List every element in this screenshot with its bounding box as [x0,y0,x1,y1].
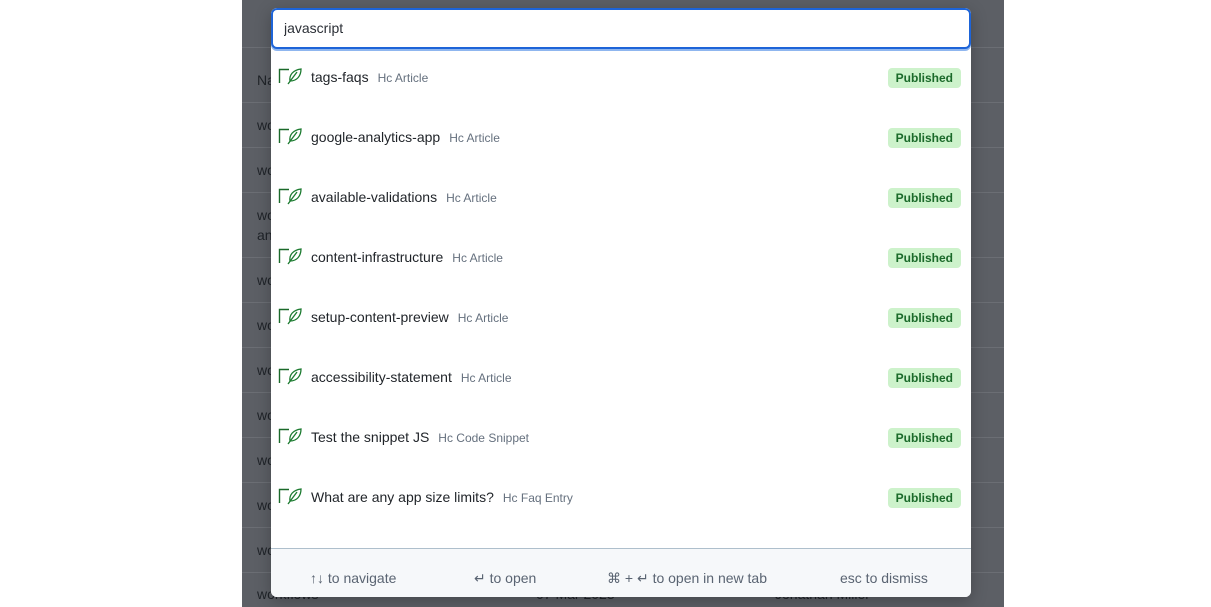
status-badge: Published [887,188,961,208]
status-badge: Published [887,368,961,388]
keyboard-hints: ↑↓ to navigate ↵ to open ⌘ + ↵ to open i… [271,548,971,597]
result-title-text: What are any app size limits? [311,489,494,505]
result-title: google-analytics-app Hc Article [311,129,500,145]
status-badge: Published [887,308,961,328]
result-title-text: content-infrastructure [311,249,444,265]
result-content-type: Hc Article [377,71,429,85]
result-content-type: Hc Article [449,131,500,145]
search-input[interactable] [284,20,944,36]
result-title: available-validations Hc Article [311,189,497,205]
result-item[interactable]: google-analytics-app Hc Article Published [271,118,971,158]
hint-navigate: ↑↓ to navigate [310,570,397,586]
leaf-entry-icon [278,367,304,390]
result-title: accessibility-statement Hc Article [311,369,512,385]
leaf-entry-icon [278,187,304,210]
result-title-text: google-analytics-app [311,129,441,145]
leaf-entry-icon [278,487,304,510]
result-title-text: tags-faqs [311,69,369,85]
status-badge: Published [887,488,961,508]
hint-open: ↵ to open [474,570,537,586]
leaf-entry-icon [278,427,304,450]
result-content-type: Hc Article [446,191,497,205]
status-badge: Published [887,428,961,448]
result-title: setup-content-preview Hc Article [311,309,508,325]
result-item[interactable]: setup-content-preview Hc Article Published [271,298,971,338]
result-title-text: setup-content-preview [311,309,449,325]
result-title: Test the snippet JS Hc Code Snippet [311,429,529,445]
result-content-type: Hc Article [457,311,509,325]
leaf-entry-icon [278,307,304,330]
status-badge: Published [887,248,961,268]
result-title-text: accessibility-statement [311,369,452,385]
result-content-type: Hc Article [460,371,512,385]
command-palette: tags-faqsHc ArticlePublishedgoogle-analy… [271,8,971,597]
leaf-entry-icon [278,247,304,270]
hint-dismiss: esc to dismiss [840,570,928,586]
status-badge: Published [887,68,961,88]
hint-open-new-tab: ⌘ + ↵ to open in new tab [607,570,767,586]
result-item[interactable]: tags-faqs Hc Article Published [271,58,971,98]
status-badge: Published [887,128,961,148]
result-content-type: Hc Article [452,251,503,265]
leaf-entry-icon [278,127,304,150]
leaf-entry-icon [278,67,304,90]
result-item[interactable]: available-validations Hc Article Published [271,178,971,218]
result-title: content-infrastructure Hc Article [311,249,503,265]
result-title-text: available-validations [311,189,438,205]
result-title-text: Test the snippet JS [311,429,430,445]
result-item[interactable]: accessibility-statement Hc Article Publish… [271,358,971,398]
search-box [271,8,971,49]
result-content-type: Hc Code Snippet [438,431,530,445]
result-title: tags-faqs Hc Article [311,69,428,85]
result-item[interactable]: Test the snippet JS Hc Code Snippet Publis… [271,418,971,458]
result-title: What are any app size limits? Hc Faq Entr… [311,489,573,505]
result-item[interactable]: content-infrastructure Hc Article Publishe… [271,238,971,278]
result-item[interactable]: What are any app size limits? Hc Faq Entr… [271,478,971,518]
result-content-type: Hc Faq Entry [502,491,573,505]
